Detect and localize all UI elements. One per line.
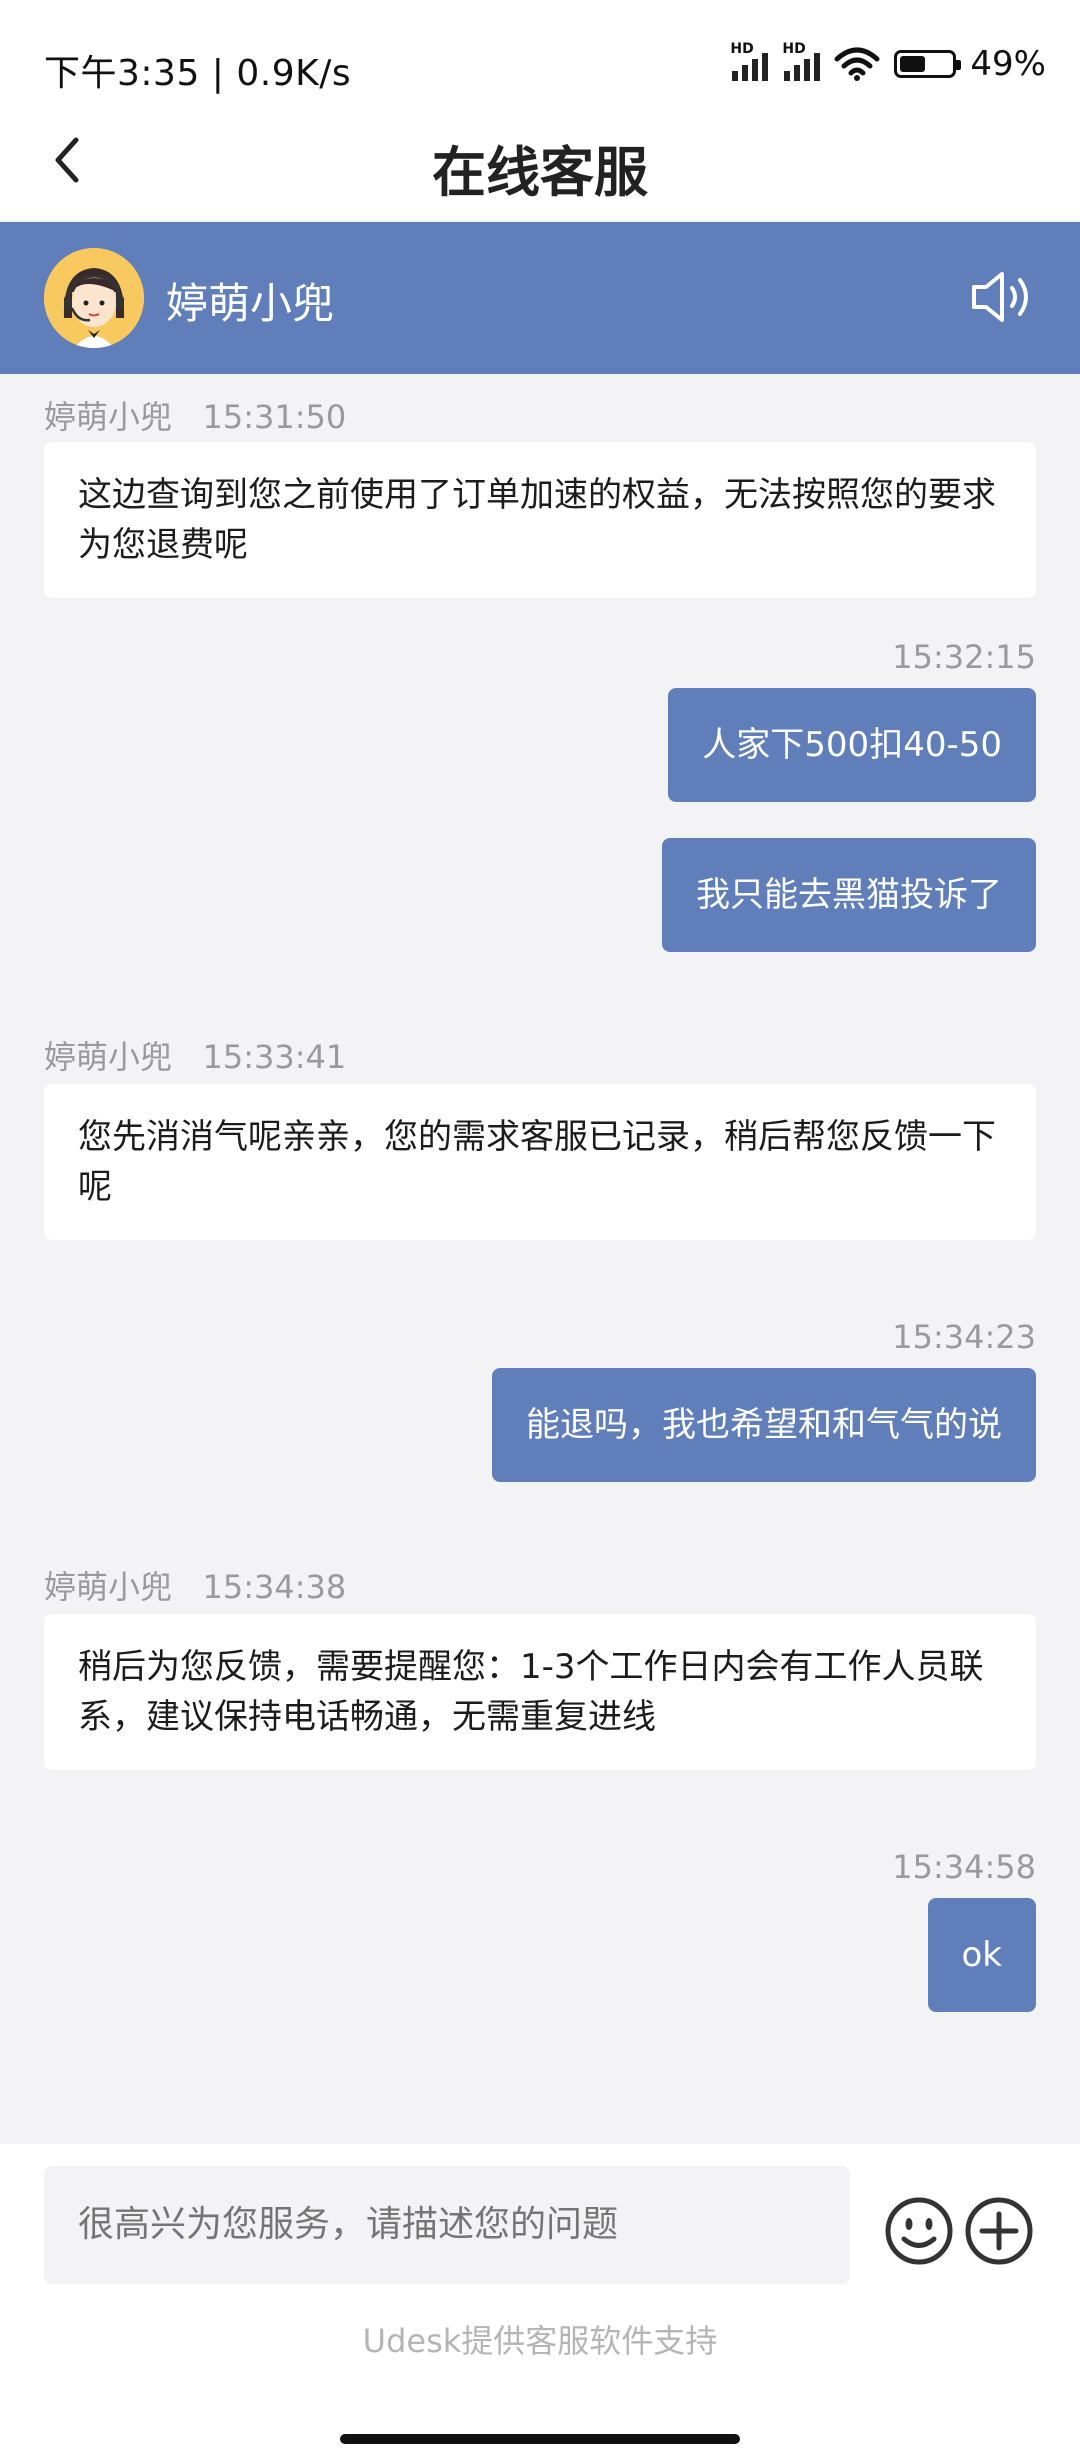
agent-message-bubble[interactable]: 稍后为您反馈，需要提醒您：1-3个工作日内会有工作人员联系，建议保持电话畅通，无…	[44, 1614, 1036, 1770]
speaker-icon[interactable]	[970, 268, 1034, 326]
status-icons: HD HD 49%	[730, 41, 1046, 84]
user-message-bubble[interactable]: ok	[927, 1898, 1036, 2012]
battery-icon	[894, 50, 962, 78]
user-message-bubble[interactable]: 人家下500扣40-50	[668, 688, 1036, 802]
message-time: 15:34:23	[892, 1318, 1036, 1356]
agent-message-bubble[interactable]: 您先消消气呢亲亲，您的需求客服已记录，稍后帮您反馈一下呢	[44, 1084, 1036, 1240]
page-title: 在线客服	[432, 141, 648, 204]
sender-name: 婷萌小兜	[44, 1038, 173, 1076]
status-time-network: 下午3:35 | 0.9K/s	[44, 53, 352, 94]
cell-signal-icon: HD	[730, 41, 769, 81]
agent-message-bubble[interactable]: 这边查询到您之前使用了订单加速的权益，无法按照您的要求为您退费呢	[44, 442, 1036, 598]
message-meta: 婷萌小兜 15:33:41	[44, 1032, 346, 1078]
agent-header: 婷萌小兜	[0, 222, 1080, 374]
agent-avatar	[44, 248, 144, 348]
message-time: 15:34:38	[202, 1568, 347, 1606]
headset-agent-avatar-icon	[44, 248, 144, 348]
battery-percent: 49%	[970, 44, 1046, 84]
message-meta: 婷萌小兜 15:31:50	[44, 392, 346, 438]
user-message-bubble[interactable]: 我只能去黑猫投诉了	[662, 838, 1036, 952]
message-time: 15:31:50	[202, 398, 347, 436]
message-input[interactable]	[44, 2166, 850, 2284]
sender-name: 婷萌小兜	[44, 1568, 173, 1606]
nav-bar: 在线客服	[0, 100, 1080, 220]
sender-name: 婷萌小兜	[44, 398, 173, 436]
emoji-icon[interactable]	[884, 2196, 954, 2266]
cell-signal-icon: HD	[782, 41, 821, 81]
plus-icon[interactable]	[964, 2196, 1034, 2266]
message-time: 15:34:58	[892, 1848, 1036, 1886]
input-area: Udesk提供客服软件支持	[0, 2144, 1080, 2460]
agent-name: 婷萌小兜	[166, 279, 335, 328]
hd-label: HD	[782, 41, 806, 57]
wifi-icon	[834, 47, 880, 81]
home-indicator[interactable]	[340, 2434, 740, 2444]
hd-label: HD	[730, 41, 754, 57]
message-time: 15:33:41	[202, 1038, 347, 1076]
message-meta: 婷萌小兜 15:34:38	[44, 1562, 346, 1608]
powered-by-text: Udesk提供客服软件支持	[362, 2322, 718, 2360]
user-message-bubble[interactable]: 能退吗，我也希望和和气气的说	[492, 1368, 1036, 1482]
message-time: 15:32:15	[892, 638, 1036, 676]
